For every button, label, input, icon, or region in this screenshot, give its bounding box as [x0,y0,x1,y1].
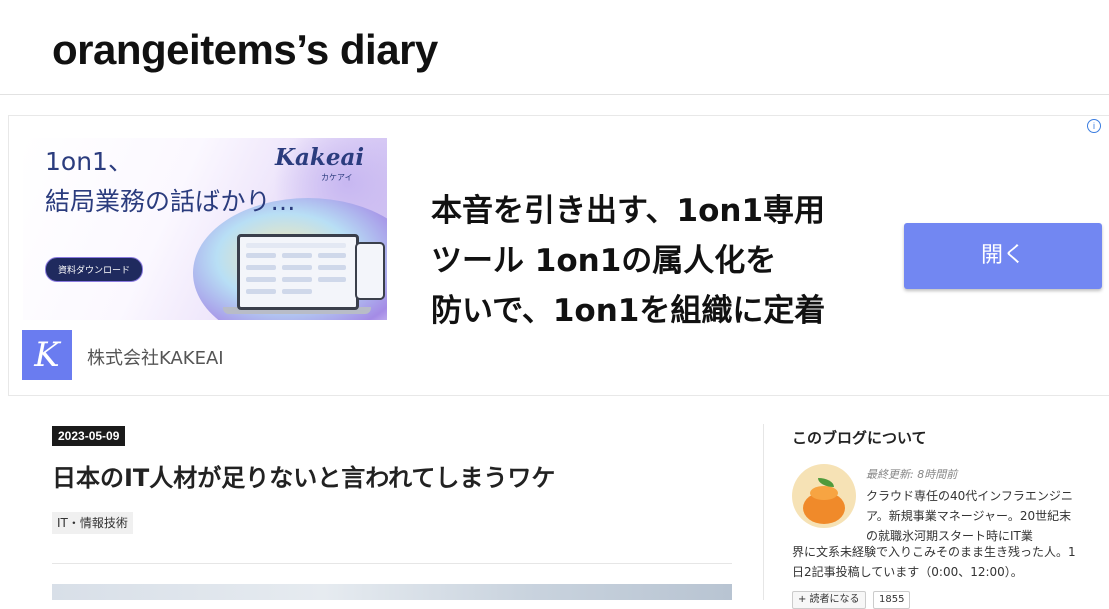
last-updated: 最終更新: 8時間前 [866,468,958,481]
ad-image-line2: 結局業務の話ばかり… [45,187,296,216]
ad-headline-line: ツール 1on1の属人化を [431,243,777,279]
kakeai-logo: Kakeai [275,144,365,171]
kakeai-logo-sub: カケアイ [321,173,353,182]
post-thumbnail [52,584,732,600]
sidebar-divider [763,424,764,600]
avatar[interactable] [792,464,856,528]
laptop-icon [237,234,359,310]
ad-headline-line: 本音を引き出す、1on1専用 [431,193,826,229]
ad-image-line1: 1on1、 [45,147,133,176]
profile-description: クラウド専任の40代インフラエンジニア。新規事業マネージャー。20世紀末の就職氷… [866,489,1073,543]
post-category-tag[interactable]: IT・情報技術 [52,512,133,534]
ad-banner[interactable]: i › 1on1、 結局業務の話ばかり… Kakeai カケアイ 資料ダウンロー… [8,115,1109,396]
subscriber-count: 1855 [873,591,911,609]
ad-headline[interactable]: 本音を引き出す、1on1専用 ツール 1on1の属人化を 防いで、1on1を組織… [431,186,901,336]
subscribe-button[interactable]: + 読者になる [792,591,866,609]
post-date[interactable]: 2023-05-09 [52,426,126,446]
kakeai-k-logo[interactable]: K [22,330,72,380]
info-icon[interactable]: i [1087,119,1101,133]
phone-icon [355,242,385,300]
blog-title[interactable]: orangeitems’s diary [52,26,438,74]
profile-description-cont: 界に文系未経験で入りこみそのまま生き残った人。1日2記事投稿しています（0:00… [792,545,1076,579]
post-title[interactable]: 日本のIT人材が足りないと言われてしまうワケ [52,458,555,493]
ad-image[interactable]: 1on1、 結局業務の話ばかり… Kakeai カケアイ 資料ダウンロード [23,138,387,320]
blog-header: orangeitems’s diary [0,0,1109,95]
divider [52,563,732,564]
ad-headline-line: 防いで、1on1を組織に定着 [431,293,826,329]
open-button[interactable]: 開く [904,223,1102,289]
ad-image-cta: 資料ダウンロード [45,257,144,282]
ad-company-name[interactable]: 株式会社KAKEAI [87,344,224,370]
sidebar-title: このブログについて [792,429,927,447]
